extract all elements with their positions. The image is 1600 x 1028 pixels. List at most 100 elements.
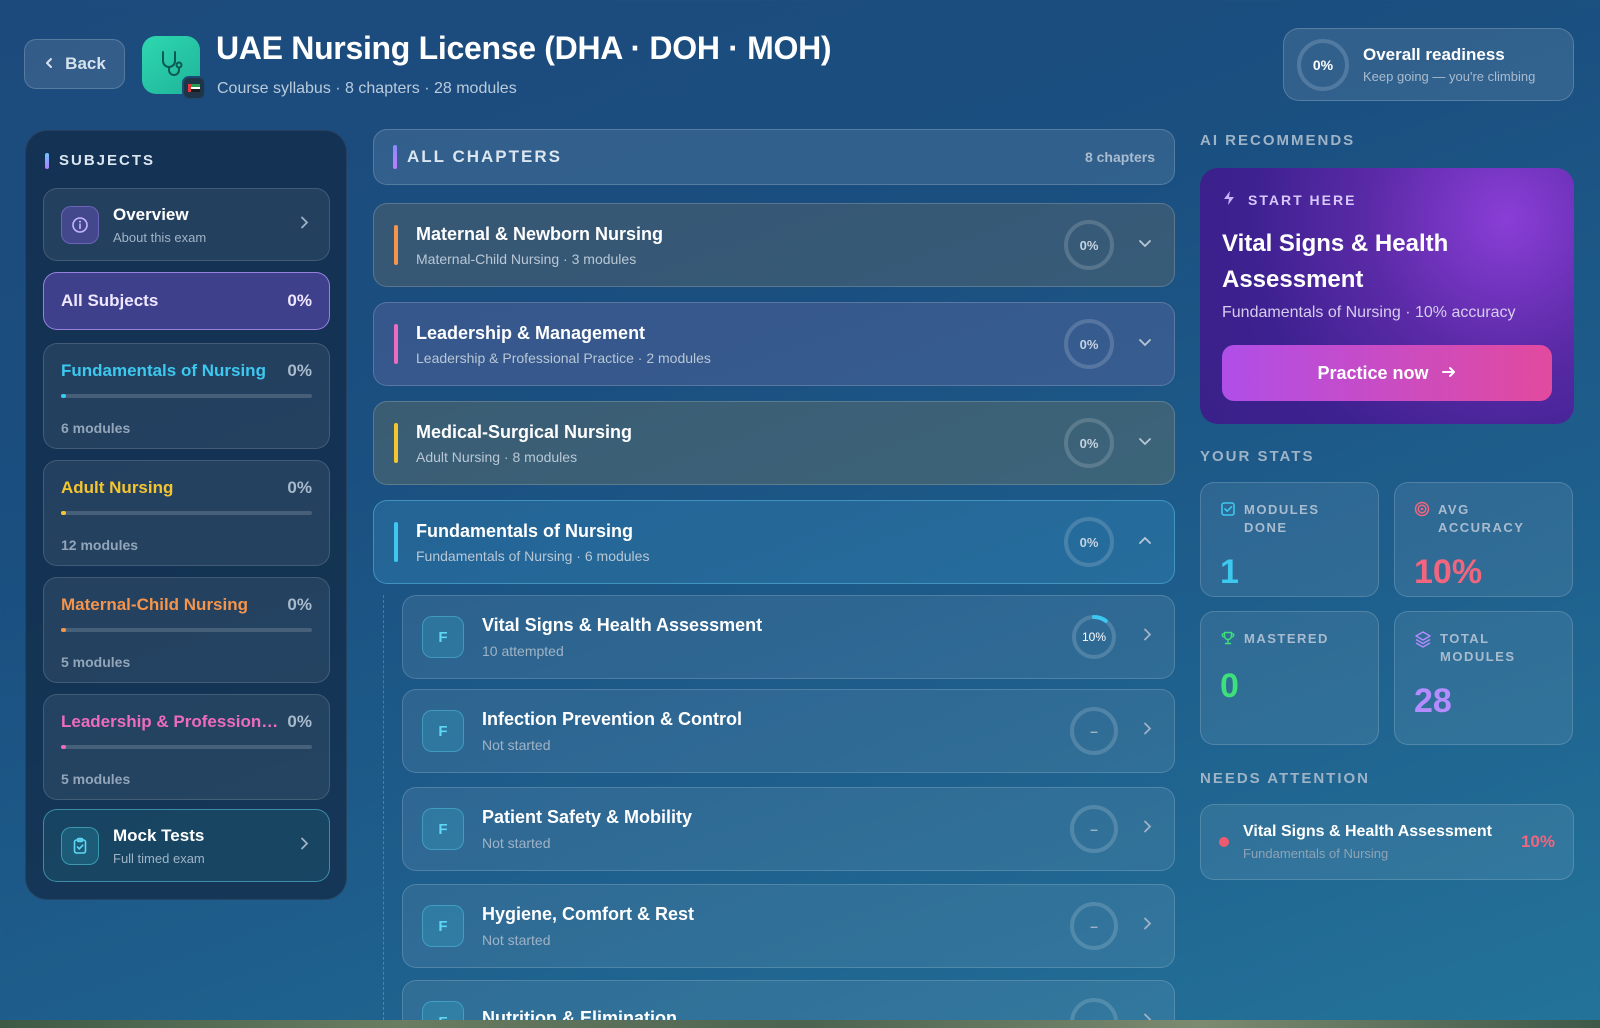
chapter-title: Medical-Surgical Nursing — [416, 421, 633, 442]
module-title: Hygiene, Comfort & Rest — [482, 904, 695, 924]
stat-label: MASTERED — [1244, 631, 1329, 646]
chapter-subtitle: Maternal-Child Nursing · 3 modules — [416, 250, 637, 267]
page-title: UAE Nursing License (DHA · DOH · MOH) — [216, 30, 832, 66]
subject-pct: 0% — [287, 712, 312, 731]
module-badge: F — [422, 905, 464, 947]
subject-progress-bar — [61, 394, 312, 398]
module-title: Patient Safety & Mobility — [482, 807, 693, 827]
mock-tests-title: Mock Tests — [113, 825, 205, 845]
chapter-row[interactable]: Leadership & Management Leadership & Prof… — [373, 302, 1175, 386]
chevron-down-icon[interactable] — [1138, 434, 1152, 452]
subject-progress-bar — [61, 511, 312, 515]
uae-flag-icon — [182, 76, 206, 100]
clipboard-icon — [61, 826, 99, 865]
stat-avg-accuracy: AVG ACCURACY 10% — [1394, 482, 1573, 597]
module-row[interactable]: F Infection Prevention & Control Not start… — [402, 689, 1175, 773]
subject-pct: 0% — [287, 478, 312, 497]
subjects-sidebar: SUBJECTS Overview About this exam All Su… — [25, 130, 347, 900]
back-label: Back — [65, 54, 106, 73]
chapter-title: Leadership & Management — [416, 322, 646, 343]
chapter-title: Maternal & Newborn Nursing — [416, 223, 664, 244]
subject-modules: 5 modules — [61, 771, 131, 787]
back-button[interactable]: Back — [24, 39, 125, 89]
target-icon — [1414, 501, 1430, 522]
chapter-count: 8 chapters — [1084, 149, 1155, 165]
module-tree-line — [383, 595, 384, 1020]
readiness-subtitle: Keep going — you're climbing — [1363, 69, 1536, 84]
stat-modules-done: MODULES DONE 1 — [1200, 482, 1379, 597]
chapter-row[interactable]: Medical-Surgical Nursing Adult Nursing · … — [373, 401, 1175, 485]
module-subtitle: Not started — [482, 932, 551, 948]
chevron-right-icon — [1142, 722, 1152, 741]
module-title: Vital Signs & Health Assessment — [482, 615, 763, 635]
app-logo — [142, 36, 206, 100]
alert-dot — [1219, 837, 1229, 847]
chevron-right-icon — [299, 836, 309, 855]
all-chapters-header: ALL CHAPTERS 8 chapters — [373, 129, 1175, 185]
chapter-title: Fundamentals of Nursing — [416, 520, 634, 541]
chapter-color-bar — [394, 522, 398, 562]
module-row[interactable]: F Vital Signs & Health Assessment 10 attem… — [402, 595, 1175, 679]
trophy-icon — [1220, 630, 1236, 651]
chevron-down-icon[interactable] — [1138, 236, 1152, 254]
chevron-up-icon[interactable] — [1138, 533, 1152, 551]
overview-subtitle: About this exam — [113, 229, 207, 245]
subject-card[interactable]: Leadership & Professional Practice0% 5 mo… — [43, 694, 330, 800]
all-subjects-filter[interactable]: All Subjects 0% — [43, 272, 330, 330]
chevron-down-icon[interactable] — [1138, 335, 1152, 353]
stat-value: 0 — [1220, 667, 1239, 705]
subject-card[interactable]: Fundamentals of Nursing 0% 6 modules — [43, 343, 330, 449]
overview-title: Overview — [113, 204, 189, 224]
chapter-color-bar — [394, 225, 398, 265]
chapter-subtitle: Fundamentals of Nursing · 6 modules — [416, 547, 650, 564]
chapter-progress-ring: 0% — [1064, 517, 1114, 567]
module-pct: 10% — [1081, 630, 1107, 644]
module-progress-ring: – — [1070, 902, 1118, 950]
background-landscape — [0, 1020, 1600, 1028]
stethoscope-icon — [155, 47, 187, 84]
subject-card[interactable]: Adult Nursing 0% 12 modules — [43, 460, 330, 566]
module-row[interactable]: F Patient Safety & Mobility Not started – — [402, 787, 1175, 871]
all-subjects-label: All Subjects — [61, 291, 159, 310]
overview-nav-item[interactable]: Overview About this exam — [43, 188, 330, 261]
module-badge: F — [422, 616, 464, 658]
module-subtitle: Not started — [482, 737, 551, 753]
overall-readiness: 0% Overall readiness Keep going — you're… — [1283, 28, 1574, 101]
subject-name: Adult Nursing — [61, 478, 174, 497]
subject-card[interactable]: Maternal-Child Nursing 0% 5 modules — [43, 577, 330, 683]
module-badge: F — [422, 710, 464, 752]
attention-subtitle: Fundamentals of Nursing — [1243, 846, 1389, 861]
info-icon — [61, 205, 99, 244]
stat-value: 1 — [1220, 553, 1239, 591]
all-chapters-heading: ALL CHAPTERS — [393, 145, 562, 169]
chapter-progress-ring: 0% — [1064, 418, 1114, 468]
subject-name: Leadership & Professional Practice — [61, 712, 283, 731]
checkbox-icon — [1220, 501, 1236, 522]
module-row[interactable]: F Hygiene, Comfort & Rest Not started – — [402, 884, 1175, 968]
mock-tests-subtitle: Full timed exam — [113, 850, 205, 866]
module-title: Infection Prevention & Control — [482, 709, 743, 729]
stat-label: TOTAL MODULES — [1440, 631, 1516, 664]
readiness-ring: 0% — [1297, 38, 1349, 91]
module-progress-ring: – — [1070, 805, 1118, 853]
subject-modules: 6 modules — [61, 420, 131, 436]
chevron-left-icon — [43, 54, 55, 74]
mock-tests-nav-item[interactable]: Mock Tests Full timed exam — [43, 809, 330, 882]
chapter-color-bar — [394, 423, 398, 463]
chapter-row[interactable]: Maternal & Newborn Nursing Maternal-Child… — [373, 203, 1175, 287]
subject-progress-bar — [61, 628, 312, 632]
stat-mastered: MASTERED 0 — [1200, 611, 1379, 745]
chapter-color-bar — [394, 324, 398, 364]
chapter-row[interactable]: Fundamentals of Nursing Fundamentals of N… — [373, 500, 1175, 584]
module-badge: F — [422, 808, 464, 850]
stat-total-modules: TOTAL MODULES 28 — [1394, 611, 1573, 745]
subject-modules: 5 modules — [61, 654, 131, 670]
practice-now-button[interactable]: Practice now — [1222, 345, 1552, 401]
subject-modules: 12 modules — [61, 537, 139, 553]
chevron-right-icon — [299, 215, 309, 234]
recommendation-subtitle: Fundamentals of Nursing · 10% accuracy — [1222, 304, 1516, 321]
chevron-right-icon — [1142, 820, 1152, 839]
recommendation-title: Vital Signs & Health Assessment — [1222, 230, 1449, 293]
subject-pct: 0% — [287, 361, 312, 380]
needs-attention-item[interactable]: Vital Signs & Health Assessment Fundamen… — [1200, 804, 1574, 880]
